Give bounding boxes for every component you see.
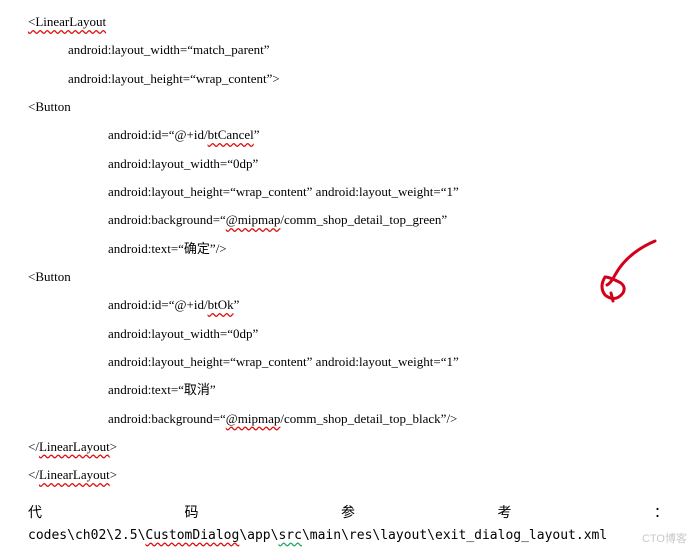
code-line: <Button bbox=[28, 263, 695, 291]
footer-char: 参 bbox=[341, 502, 355, 522]
code-line: <Button bbox=[28, 93, 695, 121]
footer-char: 代 bbox=[28, 502, 42, 522]
footer-path: codes\ch02\2.5\CustomDialog\app\src\main… bbox=[28, 522, 667, 543]
footer: 代 码 参 考 ： codes\ch02\2.5\CustomDialog\ap… bbox=[0, 490, 695, 543]
tag-close-linearlayout: LinearLayout bbox=[39, 439, 110, 454]
footer-char: ： bbox=[654, 502, 668, 522]
code-block: <LinearLayout android:layout_width=“matc… bbox=[0, 0, 695, 490]
code-line: android:layout_height=“wrap_content” and… bbox=[28, 178, 695, 206]
code-line: android:background=“@mipmap/comm_shop_de… bbox=[28, 206, 695, 234]
watermark: CTO博客 bbox=[642, 530, 687, 546]
code-line: android:layout_width=“0dp” bbox=[28, 150, 695, 178]
code-line: android:layout_height=“wrap_content”> bbox=[28, 65, 695, 93]
id-btcancel: btCancel bbox=[208, 127, 254, 142]
code-line: android:text=“取消” bbox=[28, 376, 695, 404]
code-line: android:id=“@+id/btCancel” bbox=[28, 121, 695, 149]
code-line: android:id=“@+id/btOk” bbox=[28, 291, 695, 319]
code-line: android:text=“确定”/> bbox=[28, 235, 695, 263]
footer-label-row: 代 码 参 考 ： bbox=[28, 502, 668, 522]
code-line: android:layout_width=“match_parent” bbox=[28, 36, 695, 64]
footer-char: 考 bbox=[498, 502, 512, 522]
code-line: android:layout_width=“0dp” bbox=[28, 320, 695, 348]
path-customdialog: CustomDialog bbox=[145, 528, 239, 543]
tag-linearlayout: <LinearLayout bbox=[28, 14, 106, 29]
mipmap-ref: @mipmap bbox=[226, 411, 281, 426]
code-line: </LinearLayout> bbox=[28, 433, 695, 461]
code-line: android:background=“@mipmap/comm_shop_de… bbox=[28, 405, 695, 433]
code-line: </LinearLayout> bbox=[28, 461, 695, 489]
code-line: <LinearLayout bbox=[28, 8, 695, 36]
footer-char: 码 bbox=[185, 502, 199, 522]
mipmap-ref: @mipmap bbox=[226, 212, 281, 227]
tag-close-linearlayout: LinearLayout bbox=[39, 467, 110, 482]
path-src: src bbox=[278, 528, 301, 543]
code-line: android:layout_height=“wrap_content” and… bbox=[28, 348, 695, 376]
id-btok: btOk bbox=[208, 297, 234, 312]
